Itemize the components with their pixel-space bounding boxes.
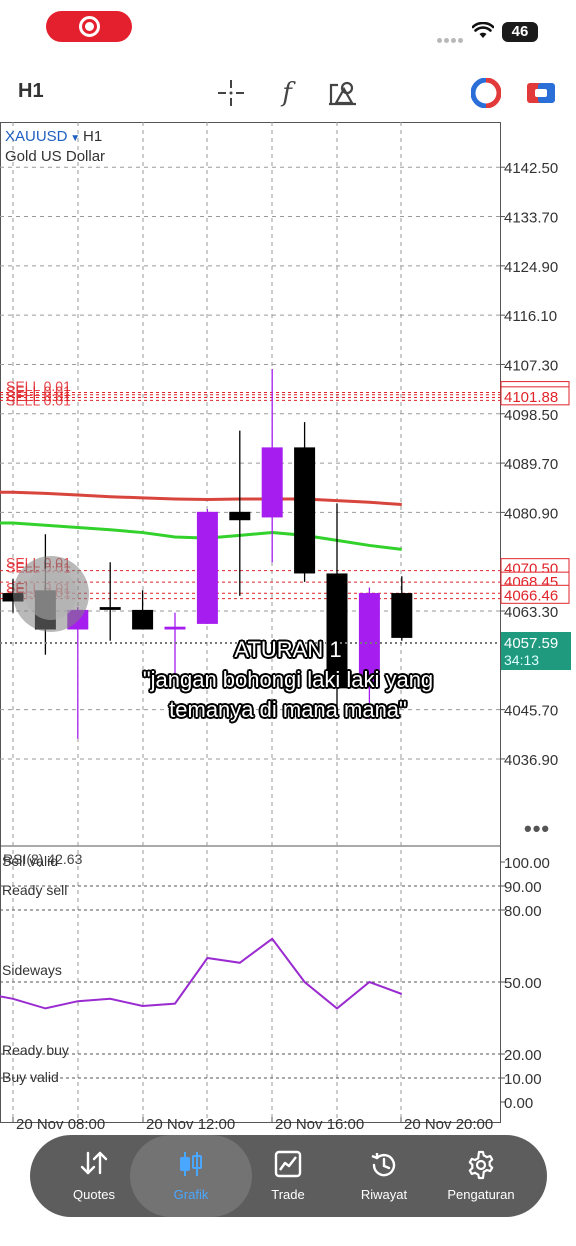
nav-item-quotes[interactable]: Quotes (44, 1135, 144, 1217)
price-chart[interactable]: 4142.50 4133.70 4124.90 4116.10 4107.30 4098.… (0, 122, 576, 1138)
nav-label: Pengaturan (447, 1187, 515, 1202)
candle-bullish (261, 447, 283, 518)
rsi-level-label: Sideways (2, 962, 62, 978)
touch-indicator-inner (25, 568, 77, 620)
candle-bearish (99, 607, 121, 610)
y-axis-tick-label: 4124.90 (504, 259, 558, 276)
screen-record-icon (79, 16, 100, 37)
chart-toolbar: H1 f (0, 70, 576, 116)
trade-chart-icon (274, 1150, 302, 1178)
candle-bullish (164, 626, 186, 630)
nav-item-trade[interactable]: Trade (238, 1135, 338, 1217)
one-click-trading-button[interactable] (526, 78, 556, 108)
crosshair-icon (218, 80, 244, 106)
rsi-axis-tick-label: 100.00 (504, 855, 550, 872)
quotes-arrows-icon (80, 1151, 108, 1175)
candle-bearish (294, 447, 316, 574)
candle-bearish (132, 609, 154, 630)
nav-label: Trade (271, 1187, 305, 1202)
y-axis-tick-label: 4036.90 (504, 752, 558, 769)
y-axis-tick-label: 4107.30 (504, 357, 558, 374)
crosshair-button[interactable] (216, 78, 246, 108)
y-axis-tick-label: 4063.30 (504, 604, 558, 621)
candle-bearish (229, 511, 251, 521)
moving-average-red-line (0, 490, 402, 507)
screen-recording-indicator[interactable] (46, 11, 132, 42)
y-axis-tick-label: 4080.90 (504, 505, 558, 522)
candle-bullish (196, 511, 218, 624)
symbol-label[interactable]: XAUUSD ▼ H1 (5, 128, 102, 145)
more-options-icon[interactable]: ••• (524, 816, 550, 842)
rsi-axis-tick-label: 80.00 (504, 903, 542, 920)
bottom-navigation: Quotes Grafik Trade Riwayat Pengaturan (30, 1135, 547, 1217)
y-axis-tick-label: 4116.10 (504, 308, 557, 325)
battery-icon: 46 (502, 22, 538, 42)
caption-line: temanya di mana mana" (169, 697, 407, 722)
nav-item-pengaturan[interactable]: Pengaturan (431, 1135, 531, 1217)
timeframe-button[interactable]: H1 (18, 80, 44, 103)
objects-button[interactable] (328, 78, 358, 108)
y-axis-tick-label: 4142.50 (504, 160, 558, 177)
chart-area[interactable]: 4142.50 4133.70 4124.90 4116.10 4107.30 4098.… (0, 122, 576, 1138)
rsi-axis-tick-label: 90.00 (504, 879, 542, 896)
nav-label: Grafik (173, 1187, 209, 1202)
history-icon (371, 1153, 396, 1177)
trading-signal-button[interactable] (471, 78, 501, 108)
signal-dots-icon (437, 30, 465, 43)
symbol-name: XAUUSD (5, 128, 68, 145)
rsi-level-label: Sell valid (2, 853, 59, 869)
x-axis-tick-label: 20 Nov 20:00 (404, 1116, 493, 1133)
symbol-description: Gold US Dollar (5, 148, 106, 165)
rsi-level-label: Ready sell (2, 882, 68, 898)
y-axis-tick-label: 4133.70 (504, 210, 558, 227)
sell-price-badge: 4101.88 (500, 386, 570, 406)
settings-gear-icon (468, 1150, 494, 1180)
sell-price-badge-text: 4101.88 (504, 389, 558, 406)
nav-item-grafik[interactable]: Grafik (130, 1135, 252, 1217)
x-axis-tick-label: 20 Nov 08:00 (16, 1116, 105, 1133)
y-axis-tick-label: 4098.50 (504, 407, 558, 424)
caption-line: "jangan bohongi laki laki yang (142, 667, 434, 692)
status-bar: 46 (0, 0, 576, 60)
symbol-timeframe: H1 (82, 128, 103, 145)
trading-signal-icon (471, 78, 501, 108)
nav-label: Riwayat (360, 1187, 408, 1202)
rsi-axis-tick-label: 0.00 (504, 1095, 533, 1112)
rsi-axis-tick-label: 50.00 (504, 975, 542, 992)
caption-line: ATURAN 1 (234, 637, 342, 662)
function-icon: f (282, 78, 292, 108)
y-axis-tick-label: 4089.70 (504, 456, 558, 473)
sell-order-label: SELL 0.01 (6, 392, 71, 408)
x-axis-tick-label: 20 Nov 12:00 (146, 1116, 235, 1133)
nav-label: Quotes (73, 1187, 115, 1202)
candles-icon (180, 1152, 202, 1176)
rsi-level-label: Ready buy (2, 1042, 69, 1058)
objects-icon (329, 81, 356, 106)
candle-bearish (391, 593, 413, 638)
x-axis-tick-label: 20 Nov 16:00 (275, 1116, 364, 1133)
nav-item-riwayat[interactable]: Riwayat (334, 1135, 434, 1217)
wifi-icon (472, 22, 494, 38)
indicators-button[interactable]: f (272, 78, 302, 108)
one-click-trading-icon (527, 83, 555, 103)
sell-price-badge: 4066.46 (500, 584, 570, 604)
video-caption: ATURAN 1 "jangan bohongi laki laki yang … (0, 635, 576, 725)
sell-price-badge-text: 4066.46 (504, 587, 558, 604)
rsi-axis-tick-label: 10.00 (504, 1071, 542, 1088)
rsi-level-label: Buy valid (2, 1069, 59, 1085)
rsi-axis-tick-label: 20.00 (504, 1047, 542, 1064)
